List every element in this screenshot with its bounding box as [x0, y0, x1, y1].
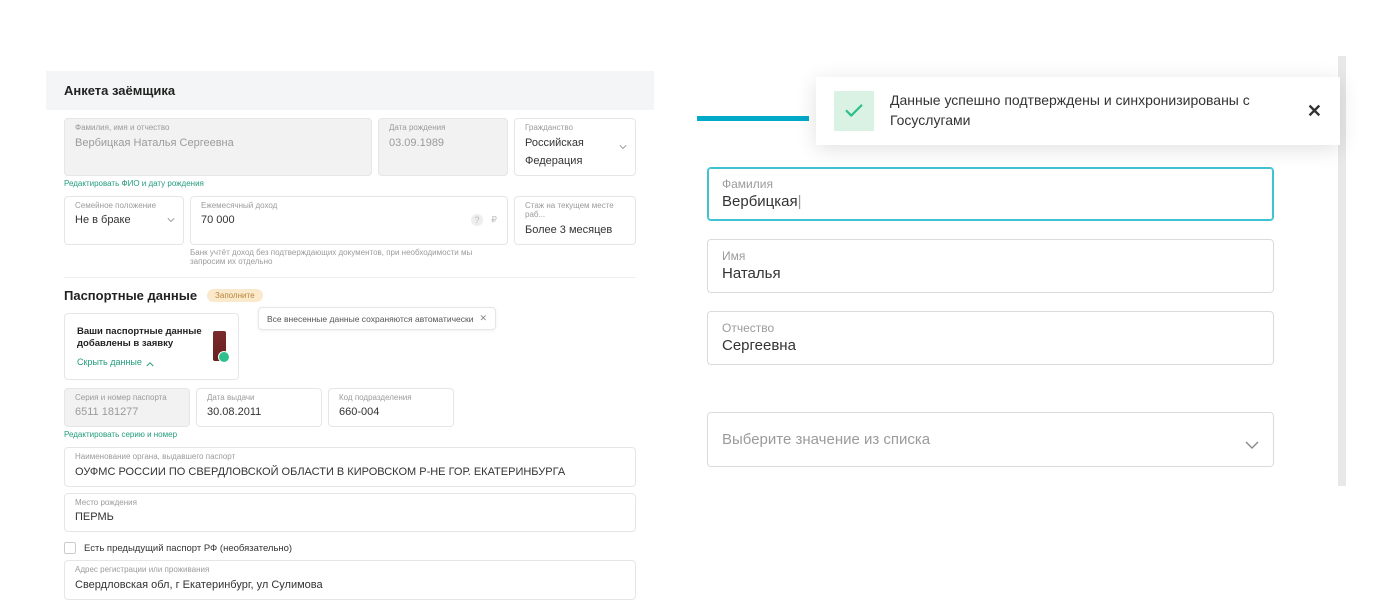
tenure-select[interactable]: Стаж на текущем месте раб... Более 3 мес… [514, 196, 636, 245]
birthplace-field[interactable]: Место рождения ПЕРМЬ [64, 493, 636, 533]
dept-code-label: Код подразделения [339, 393, 443, 403]
marital-select[interactable]: Семейное положение Не в браке [64, 196, 184, 245]
fill-tag: Заполните [207, 289, 262, 302]
passport-icon [213, 331, 226, 361]
series-label: Серия и номер паспорта [75, 393, 179, 403]
chevron-down-icon [1245, 436, 1259, 444]
tenure-value: Более 3 месяцев [525, 224, 612, 236]
chevron-up-icon [146, 359, 154, 364]
lastname-value: Вербицкая [722, 193, 1259, 210]
dept-code-field[interactable]: Код подразделения 660-004 [328, 388, 454, 428]
prev-passport-label: Есть предыдущий паспорт РФ (необязательн… [84, 543, 292, 554]
issue-date-field[interactable]: Дата выдачи 30.08.2011 [196, 388, 322, 428]
lastname-field[interactable]: Фамилия Вербицкая [707, 167, 1274, 221]
dob-field: Дата рождения 03.09.1989 [378, 118, 508, 176]
issue-date-label: Дата выдачи [207, 393, 311, 403]
issue-date-value: 30.08.2011 [207, 406, 261, 418]
fullname-field: Фамилия, имя и отчество Вербицкая Наталь… [64, 118, 372, 176]
chevron-down-icon [167, 218, 175, 223]
passport-card-text: Ваши паспортные данные добавлены в заявк… [77, 326, 213, 351]
income-value: 70 000 [201, 214, 235, 226]
citizenship-label: Гражданство [525, 123, 625, 133]
firstname-field[interactable]: Имя Наталья [707, 239, 1274, 293]
patronymic-field[interactable]: Отчество Сергеевна [707, 311, 1274, 365]
income-field[interactable]: Ежемесячный доход 70 000 ? ₽ [190, 196, 508, 245]
dept-code-value: 660-004 [339, 406, 379, 418]
form-title: Анкета заёмщика [64, 83, 636, 98]
issuer-label: Наименование органа, выдавшего паспорт [75, 452, 625, 462]
dob-label: Дата рождения [389, 123, 497, 133]
birthplace-value: ПЕРМЬ [75, 511, 114, 523]
income-label: Ежемесячный доход [201, 201, 497, 211]
progress-fill [697, 116, 809, 121]
firstname-label: Имя [722, 249, 1259, 263]
dropdown-select[interactable]: Выберите значение из списка [707, 412, 1274, 467]
checkmark-icon [834, 91, 874, 131]
tenure-label: Стаж на текущем месте раб... [525, 201, 625, 220]
address-label: Адрес регистрации или проживания [75, 565, 625, 575]
form-header: Анкета заёмщика [46, 71, 654, 110]
fullname-label: Фамилия, имя и отчество [75, 123, 361, 133]
passport-section-title: Паспортные данные [64, 288, 197, 303]
close-icon[interactable]: ✕ [479, 313, 487, 324]
tooltip-text: Все внесенные данные сохраняются автомат… [267, 314, 473, 324]
checkbox-icon[interactable] [64, 542, 76, 554]
patronymic-label: Отчество [722, 321, 1259, 335]
birthplace-label: Место рождения [75, 498, 625, 508]
chevron-down-icon [619, 144, 627, 149]
success-notification: Данные успешно подтверждены и синхронизи… [816, 77, 1340, 145]
patronymic-value: Сергеевна [722, 337, 1259, 354]
edit-series-link[interactable]: Редактировать серию и номер [64, 430, 636, 439]
edit-fio-link[interactable]: Редактировать ФИО и дату рождения [64, 179, 636, 188]
notification-text: Данные успешно подтверждены и синхронизи… [890, 91, 1291, 130]
select-placeholder: Выберите значение из списка [722, 431, 930, 448]
dob-value: 03.09.1989 [389, 137, 444, 149]
firstname-value: Наталья [722, 265, 1259, 282]
citizenship-value: Российская Федерация [525, 137, 584, 167]
series-value: 6511 181277 [75, 406, 138, 418]
passport-series-field: Серия и номер паспорта 6511 181277 [64, 388, 190, 428]
marital-value: Не в браке [75, 214, 131, 226]
prev-passport-checkbox[interactable]: Есть предыдущий паспорт РФ (необязательн… [64, 542, 636, 554]
fullname-value: Вербицкая Наталья Сергеевна [75, 137, 234, 149]
issuer-field[interactable]: Наименование органа, выдавшего паспорт О… [64, 447, 636, 487]
borrower-form-panel: Анкета заёмщика Фамилия, имя и отчество … [46, 71, 654, 600]
passport-added-card: Ваши паспортные данные добавлены в заявк… [64, 313, 239, 380]
ruble-icon: ₽ [491, 215, 497, 226]
hide-data-link[interactable]: Скрыть данные [77, 357, 213, 367]
info-icon[interactable]: ? [471, 214, 483, 226]
citizenship-select[interactable]: Гражданство Российская Федерация [514, 118, 636, 176]
close-icon[interactable]: ✕ [1307, 101, 1322, 122]
lastname-label: Фамилия [722, 177, 1259, 191]
marital-label: Семейное положение [75, 201, 173, 211]
autosave-tooltip: Все внесенные данные сохраняются автомат… [258, 307, 496, 330]
address-value: Свердловская обл, г Екатеринбург, ул Сул… [75, 579, 323, 591]
address-field[interactable]: Адрес регистрации или проживания Свердло… [64, 560, 636, 600]
income-hint: Банк учтёт доход без подтверждающих доку… [190, 248, 636, 267]
issuer-value: ОУФМС РОССИИ ПО СВЕРДЛОВСКОЙ ОБЛАСТИ В К… [75, 466, 565, 478]
